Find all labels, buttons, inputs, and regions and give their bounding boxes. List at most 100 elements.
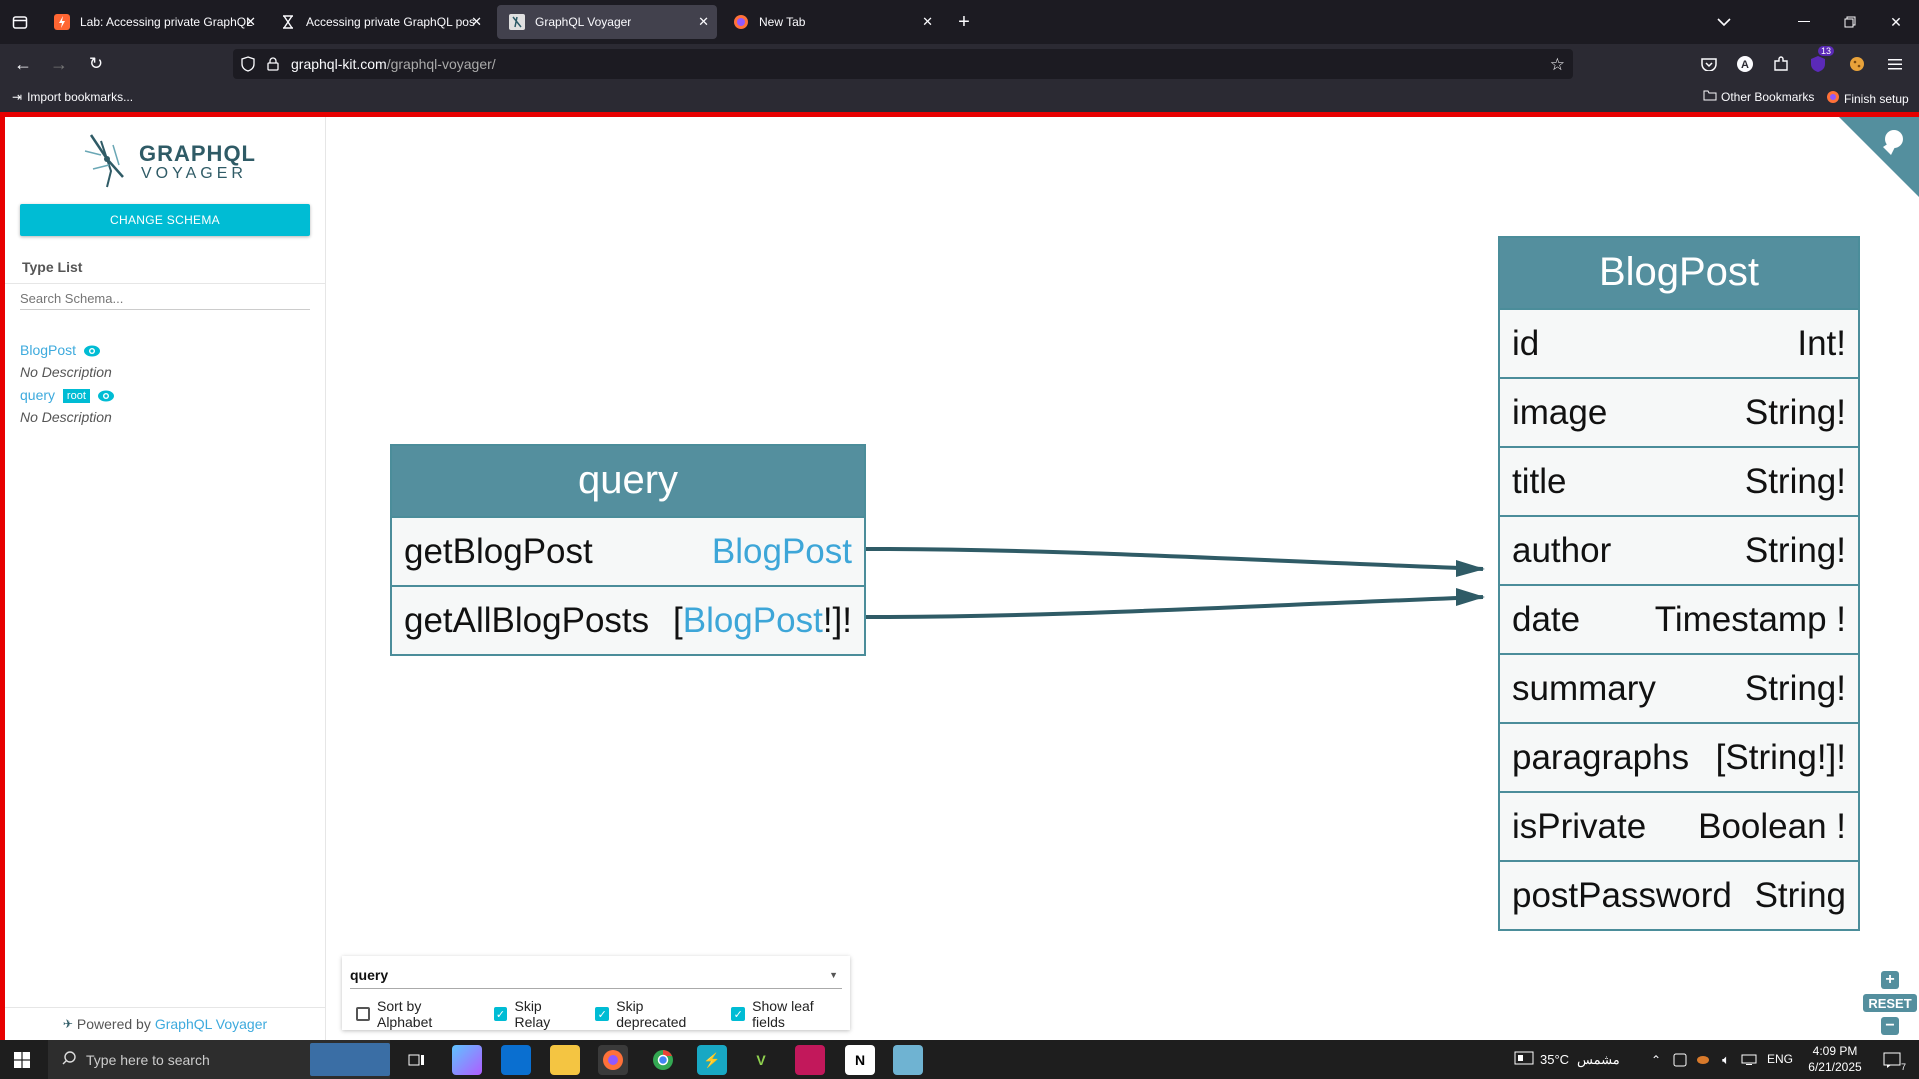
checkbox-checked-icon[interactable]: ✓ [595,1007,610,1021]
weather-widget[interactable]: 35°C مشمس [1514,1051,1620,1068]
task-view-icon[interactable] [402,1045,432,1075]
taskbar-search[interactable]: Type here to search [48,1040,390,1079]
shield-extension-icon[interactable]: 13 [1806,46,1834,76]
other-bookmarks[interactable]: Other Bookmarks [1703,90,1814,104]
eye-icon[interactable] [83,344,101,360]
eye-icon[interactable] [97,389,115,405]
type-list-divider [5,283,325,284]
field-row[interactable]: isPrivate Boolean ! [1500,791,1858,860]
tray-orange-icon[interactable] [1695,1052,1711,1068]
close-icon[interactable]: ✕ [922,14,933,30]
option-label: Skip deprecated [616,998,687,1030]
node-title[interactable]: BlogPost [1500,238,1858,308]
shield-icon[interactable] [241,56,257,72]
field-type-link[interactable]: BlogPost [712,532,852,571]
windows-taskbar: Type here to search ⚡ V N 35°C مشمس ⌃ 🔈︎… [0,1040,1919,1079]
powered-by-text: Powered by [76,1016,151,1032]
close-icon[interactable]: ✕ [245,14,256,30]
clock[interactable]: 4:09 PM 6/21/2025 [1800,1043,1870,1075]
graphql-voyager-link[interactable]: GraphQL Voyager [155,1016,267,1032]
option-sort-alphabet[interactable]: Sort by Alphabet [356,998,480,1030]
back-arrow-icon[interactable]: ← [10,52,36,76]
burp-suite-icon[interactable]: ⚡ [697,1045,727,1075]
field-row[interactable]: id Int! [1500,308,1858,377]
option-skip-relay[interactable]: ✓ Skip Relay [493,998,582,1030]
field-row[interactable]: title String! [1500,446,1858,515]
bookmark-star-icon[interactable]: ☆ [1550,55,1565,75]
notes-app-icon[interactable] [893,1045,923,1075]
app-pink-icon[interactable] [795,1045,825,1075]
field-row[interactable]: summary String! [1500,653,1858,722]
type-name[interactable]: BlogPost [20,342,76,358]
search-schema-input[interactable] [20,287,310,310]
import-bookmarks[interactable]: ⇥ Import bookmarks... [12,90,133,104]
type-item-query[interactable]: query root [20,387,115,405]
cookie-icon[interactable] [1845,52,1869,76]
type-item-blogpost[interactable]: BlogPost [20,342,101,360]
tab-accessing[interactable]: Accessing private GraphQL pos ✕ [268,5,490,39]
field-row[interactable]: paragraphs [String!]! [1500,722,1858,791]
checkbox-checked-icon[interactable]: ✓ [731,1007,746,1021]
field-row[interactable]: postPassword String [1500,860,1858,929]
github-corner[interactable] [1839,117,1919,197]
forward-arrow-icon[interactable]: → [46,52,72,76]
field-row[interactable]: date Timestamp ! [1500,584,1858,653]
field-row[interactable]: getAllBlogPosts [BlogPost!]! [392,585,864,654]
firefox-taskbar-icon[interactable] [598,1045,628,1075]
tab-lab[interactable]: Lab: Accessing private GraphQL ✕ [42,5,264,39]
option-skip-deprecated[interactable]: ✓ Skip deprecated [595,998,717,1030]
field-row[interactable]: image String! [1500,377,1858,446]
change-schema-button[interactable]: CHANGE SCHEMA [20,204,310,236]
portswigger-favicon-icon [54,14,70,30]
restore-icon[interactable] [1838,10,1862,34]
tab-overview-icon[interactable] [8,10,32,34]
voyager-logo-icon [84,134,124,188]
lock-icon[interactable] [267,57,281,71]
microsoft-store-icon[interactable] [501,1045,531,1075]
checkbox-unchecked-icon[interactable] [356,1007,370,1021]
arrowhead-icon [1456,560,1485,577]
vs-tool-icon[interactable]: V [746,1045,776,1075]
field-row[interactable]: getBlogPost BlogPost [392,516,864,585]
notifications-icon[interactable]: 7 [1880,1050,1906,1072]
language-indicator[interactable]: ENG [1767,1052,1793,1066]
tab-new-tab[interactable]: New Tab ✕ [721,5,941,39]
windows-start-icon[interactable] [10,1048,34,1072]
close-icon[interactable]: ✕ [698,14,709,30]
query-node[interactable]: query getBlogPost BlogPost getAllBlogPos… [390,444,866,656]
pocket-icon[interactable] [1697,52,1721,76]
speaker-icon[interactable]: 🔈︎ [1718,1052,1734,1068]
checkbox-checked-icon[interactable]: ✓ [493,1007,508,1021]
reload-icon[interactable]: ↻ [83,52,109,76]
tab-graphql-voyager[interactable]: GraphQL Voyager ✕ [497,5,717,39]
zoom-in-button[interactable]: + [1881,971,1899,989]
list-all-tabs-chevron-icon[interactable] [1712,10,1736,34]
field-type-link[interactable]: BlogPost [683,601,823,640]
close-icon[interactable]: ✕ [471,14,482,30]
chevron-up-icon[interactable]: ⌃ [1648,1052,1664,1068]
new-tab-plus-icon[interactable]: + [952,10,976,34]
address-bar[interactable]: graphql-kit.com/graphql-voyager/ ☆ [233,49,1573,79]
blogpost-node[interactable]: BlogPost id Int! image String! title String… [1498,236,1860,931]
zoom-out-button[interactable]: − [1881,1017,1899,1035]
finish-setup[interactable]: Finish setup [1826,90,1909,107]
window-close-icon[interactable]: ✕ [1884,10,1908,34]
network-icon[interactable] [1741,1052,1757,1068]
field-row[interactable]: author String! [1500,515,1858,584]
node-title[interactable]: query [392,446,864,516]
account-avatar-icon[interactable]: A [1733,52,1757,76]
type-name[interactable]: query [20,387,55,403]
root-badge: root [62,389,90,403]
extensions-puzzle-icon[interactable] [1769,52,1793,76]
file-explorer-icon[interactable] [550,1045,580,1075]
notion-icon[interactable]: N [845,1045,875,1075]
option-show-leaf-fields[interactable]: ✓ Show leaf fields [731,998,850,1030]
chrome-icon[interactable] [648,1045,678,1075]
options-row: Sort by Alphabet ✓ Skip Relay ✓ Skip depre… [356,998,850,1030]
reset-zoom-button[interactable]: RESET [1863,994,1917,1012]
copilot-icon[interactable] [452,1045,482,1075]
root-type-select[interactable]: query ▼ [350,962,842,989]
tray-app-icon[interactable] [1672,1052,1688,1068]
minimize-icon[interactable] [1792,10,1816,34]
menu-hamburger-icon[interactable] [1883,52,1907,76]
